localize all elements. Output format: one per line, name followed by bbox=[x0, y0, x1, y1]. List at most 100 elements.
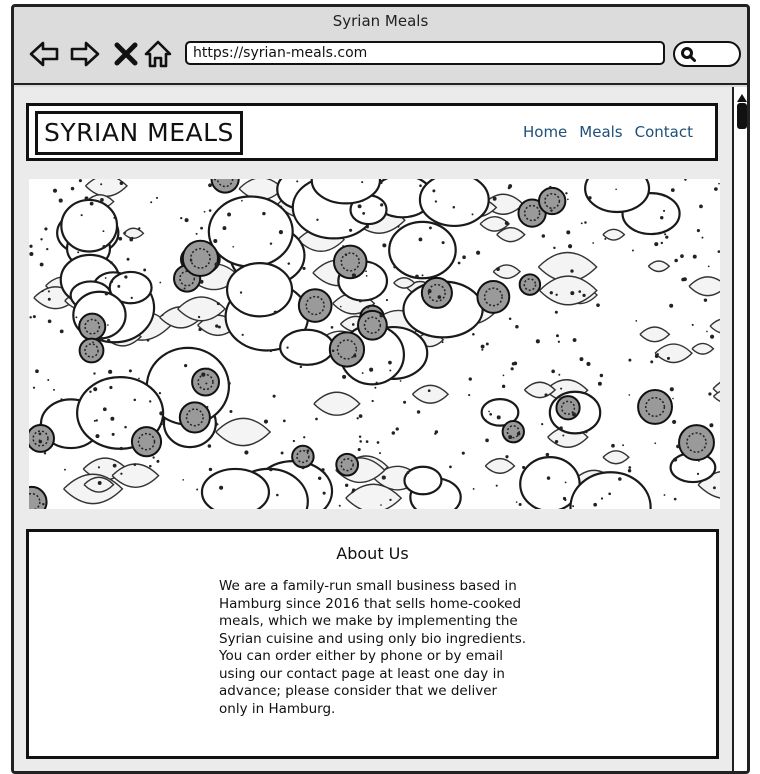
pepper-speck bbox=[570, 291, 575, 296]
pepper-speck bbox=[208, 467, 213, 472]
pepper-speck bbox=[38, 439, 43, 444]
pepper-speck bbox=[302, 266, 306, 270]
pepper-speck bbox=[468, 394, 471, 397]
pepper-speck bbox=[718, 182, 720, 185]
pepper-speck bbox=[586, 361, 591, 367]
pepper-speck bbox=[203, 210, 206, 213]
pepper-speck bbox=[263, 419, 269, 424]
pepper-speck bbox=[670, 188, 675, 193]
pepper-speck bbox=[379, 313, 384, 318]
pepper-speck bbox=[213, 239, 218, 244]
pepper-speck bbox=[562, 434, 565, 437]
browser-search-input[interactable] bbox=[673, 41, 741, 67]
pepper-speck bbox=[41, 290, 44, 293]
pepper-speck bbox=[669, 303, 674, 308]
pepper-speck bbox=[315, 417, 318, 421]
pepper-speck bbox=[611, 443, 615, 448]
pepper-speck bbox=[564, 498, 567, 502]
pepper-speck bbox=[47, 290, 50, 293]
pepper-speck bbox=[353, 354, 357, 358]
pepper-speck bbox=[149, 464, 152, 468]
pepper-speck bbox=[457, 261, 461, 265]
pepper-speck bbox=[654, 354, 659, 359]
pepper-speck bbox=[558, 373, 561, 376]
pepper-speck bbox=[111, 432, 115, 436]
pepper-speck bbox=[279, 205, 283, 209]
tomato-slice bbox=[328, 331, 366, 368]
pepper-speck bbox=[495, 484, 498, 487]
nav-link-home[interactable]: Home bbox=[523, 122, 567, 142]
pepper-speck bbox=[549, 185, 552, 189]
scroll-up-arrow-icon[interactable] bbox=[736, 89, 747, 102]
pepper-speck bbox=[206, 405, 209, 408]
parsley-leaf bbox=[492, 264, 522, 280]
pepper-speck bbox=[535, 339, 540, 344]
pepper-speck bbox=[316, 218, 319, 221]
pepper-speck bbox=[331, 349, 335, 353]
pepper-speck bbox=[44, 227, 48, 231]
parsley-leaf bbox=[691, 342, 715, 355]
forward-arrow-icon[interactable] bbox=[69, 38, 101, 70]
pepper-speck bbox=[129, 237, 134, 242]
pepper-speck bbox=[709, 423, 714, 428]
pepper-speck bbox=[660, 215, 664, 220]
radish-slice bbox=[403, 465, 443, 496]
pepper-speck bbox=[676, 444, 680, 449]
pepper-speck bbox=[717, 250, 720, 253]
pepper-speck bbox=[143, 268, 147, 272]
pepper-speck bbox=[635, 319, 638, 322]
pepper-speck bbox=[338, 504, 341, 507]
close-x-icon[interactable] bbox=[112, 38, 140, 70]
pepper-speck bbox=[303, 436, 306, 439]
pepper-speck bbox=[344, 483, 349, 487]
scroll-thumb[interactable] bbox=[737, 103, 747, 129]
pepper-speck bbox=[59, 329, 64, 334]
pepper-speck bbox=[421, 274, 424, 277]
pepper-speck bbox=[207, 367, 210, 371]
address-bar[interactable]: https://syrian-meals.com bbox=[185, 41, 665, 65]
pepper-speck bbox=[522, 465, 526, 470]
pepper-speck bbox=[684, 179, 687, 181]
pepper-speck bbox=[380, 203, 384, 207]
nav-link-contact[interactable]: Contact bbox=[635, 122, 693, 142]
back-arrow-icon[interactable] bbox=[28, 38, 60, 70]
pepper-speck bbox=[572, 412, 576, 417]
browser-toolbar: https://syrian-meals.com bbox=[14, 31, 747, 81]
pepper-speck bbox=[104, 291, 109, 296]
vertical-scrollbar[interactable] bbox=[732, 87, 747, 771]
pepper-speck bbox=[375, 381, 378, 384]
pepper-speck bbox=[568, 244, 573, 249]
pepper-speck bbox=[427, 389, 431, 393]
pepper-speck bbox=[672, 419, 677, 425]
pepper-speck bbox=[239, 291, 243, 294]
pepper-speck bbox=[476, 250, 481, 255]
pepper-speck bbox=[597, 381, 602, 386]
pepper-speck bbox=[560, 387, 563, 390]
pepper-speck bbox=[553, 246, 556, 250]
pepper-speck bbox=[200, 226, 203, 230]
pepper-speck bbox=[351, 323, 355, 326]
pepper-speck bbox=[306, 449, 310, 453]
pepper-speck bbox=[229, 409, 233, 413]
pepper-speck bbox=[381, 475, 386, 480]
pepper-speck bbox=[60, 398, 63, 401]
pepper-speck bbox=[618, 477, 622, 481]
nav-link-meals[interactable]: Meals bbox=[579, 122, 622, 142]
pepper-speck bbox=[554, 310, 558, 314]
pepper-speck bbox=[286, 346, 289, 349]
pepper-speck bbox=[138, 377, 140, 380]
tomato-slice bbox=[191, 367, 221, 397]
tomato-slice bbox=[501, 420, 525, 444]
pepper-speck bbox=[399, 380, 402, 382]
pepper-speck bbox=[449, 465, 452, 469]
pepper-speck bbox=[216, 302, 220, 306]
pepper-speck bbox=[376, 441, 380, 444]
pepper-speck bbox=[201, 372, 206, 377]
pepper-speck bbox=[89, 390, 92, 393]
home-icon[interactable] bbox=[142, 38, 174, 70]
tomato-slice bbox=[78, 337, 105, 364]
site-logo[interactable]: SYRIAN MEALS bbox=[35, 111, 243, 155]
pepper-speck bbox=[301, 465, 305, 470]
about-section: About Us We are a family-run small busin… bbox=[26, 529, 719, 759]
pepper-speck bbox=[672, 397, 674, 400]
